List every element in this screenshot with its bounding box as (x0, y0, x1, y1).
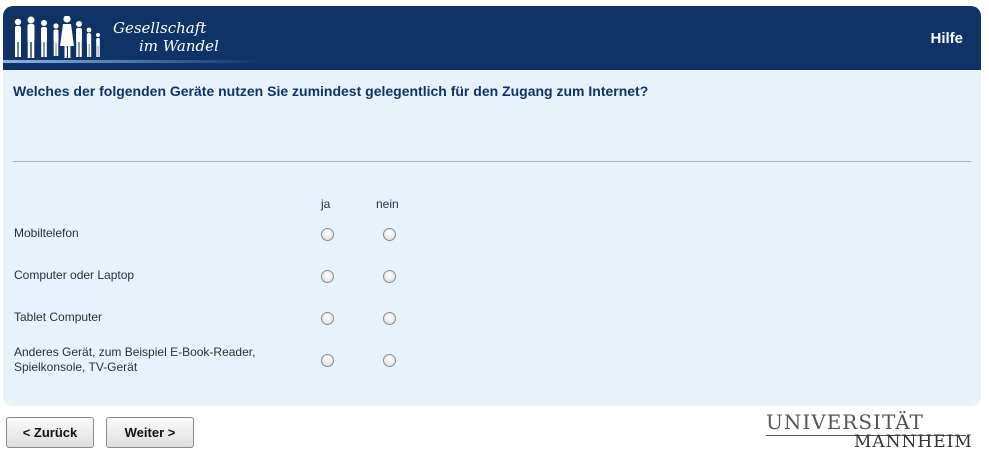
survey-panel: Gesellschaft im Wandel Hilfe Welches der… (3, 6, 981, 406)
question-divider (13, 161, 971, 162)
radio-tablet-ja[interactable] (321, 312, 334, 325)
university-logo-line2: MANNHEIM (854, 432, 973, 452)
column-header-ja: ja (321, 197, 331, 211)
row-label-mobiltelefon: Mobiltelefon (14, 226, 79, 240)
logo-line2: im Wandel (139, 37, 219, 55)
help-link[interactable]: Hilfe (930, 30, 963, 47)
radio-computer-nein[interactable] (383, 270, 396, 283)
row-label-tablet: Tablet Computer (14, 310, 103, 324)
logo-line1: Gesellschaft (113, 19, 207, 37)
next-button[interactable]: Weiter > (106, 417, 194, 448)
radio-tablet-nein[interactable] (383, 312, 396, 325)
radio-mobiltelefon-ja[interactable] (321, 228, 334, 241)
row-label-anderes-geraet: Anderes Gerät, zum Beispiel E-Book-Reade… (14, 345, 255, 375)
header-bar: Gesellschaft im Wandel Hilfe (3, 6, 981, 70)
header-accent-stripe (3, 60, 263, 63)
column-header-nein: nein (376, 197, 399, 211)
row-label-anderes-line1: Anderes Gerät, zum Beispiel E-Book-Reade… (14, 345, 256, 359)
radio-computer-ja[interactable] (321, 270, 334, 283)
logo-wordmark: Gesellschaft im Wandel (113, 19, 219, 55)
radio-anderes-nein[interactable] (383, 354, 396, 367)
row-label-computer: Computer oder Laptop (14, 268, 135, 282)
radio-anderes-ja[interactable] (321, 354, 334, 367)
people-silhouette-logo-icon (14, 16, 100, 58)
back-button[interactable]: < Zurück (6, 417, 94, 448)
radio-mobiltelefon-nein[interactable] (383, 228, 396, 241)
university-logo-line1: UNIVERSITÄT (766, 410, 924, 434)
question-text: Welches der folgenden Geräte nutzen Sie … (13, 83, 649, 99)
row-label-anderes-line2: Spielkonsole, TV-Gerät (14, 360, 138, 374)
